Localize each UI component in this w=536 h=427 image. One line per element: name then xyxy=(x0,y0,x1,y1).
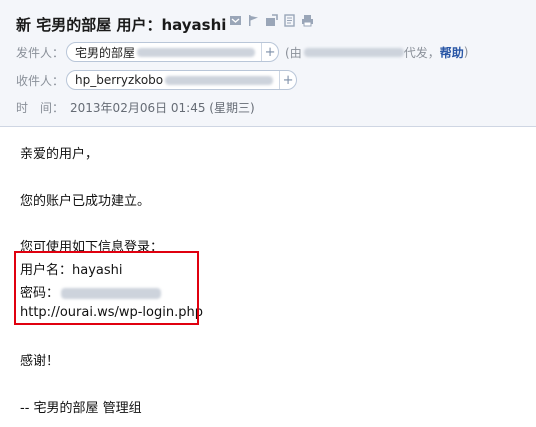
to-contact[interactable]: hp_berryzkobo + xyxy=(66,70,298,90)
help-link[interactable]: 帮助 xyxy=(440,44,464,61)
time-row: 时 间： 2013年02月06日 01:45 (星期三) xyxy=(16,99,255,116)
from-contact[interactable]: 宅男的部屋 + xyxy=(66,42,280,62)
flag-icon[interactable] xyxy=(247,14,260,27)
to-row: 收件人： hp_berryzkobo + xyxy=(16,70,298,90)
from-name: 宅男的部屋 xyxy=(75,45,136,60)
add-contact-icon[interactable]: + xyxy=(261,43,278,61)
note-icon[interactable] xyxy=(283,14,296,27)
to-name: hp_berryzkobo xyxy=(75,73,164,87)
sent-time: 2013年02月06日 01:45 (星期三) xyxy=(70,101,255,115)
print-icon[interactable] xyxy=(301,14,314,27)
to-email-redacted xyxy=(165,75,274,85)
to-label: 收件人： xyxy=(16,73,65,88)
email-subject: 新 宅男的部屋 用户：hayashi xyxy=(16,16,227,34)
from-email-redacted xyxy=(137,47,256,57)
via-email-redacted xyxy=(303,47,404,57)
greeting: 亲爱的用户， xyxy=(20,147,99,162)
email-header: 新 宅男的部屋 用户：hayashi 发件人： 宅男的部屋 + (由 代发， 帮… xyxy=(0,0,536,127)
sender-via: (由 代发， 帮助 ) xyxy=(285,44,469,61)
credentials-highlight-box xyxy=(14,251,199,325)
account-created-text: 您的账户已成功建立。 xyxy=(20,194,151,209)
move-icon[interactable] xyxy=(265,14,278,27)
header-toolbar xyxy=(229,14,314,27)
from-row: 发件人： 宅男的部屋 + (由 代发， 帮助 ) xyxy=(16,42,468,62)
time-label: 时 间： xyxy=(16,101,65,115)
thanks-text: 感谢！ xyxy=(20,354,60,369)
mark-icon[interactable] xyxy=(229,14,242,27)
add-recipient-icon[interactable]: + xyxy=(279,71,296,89)
signature: -- 宅男的部屋 管理组 xyxy=(20,401,142,416)
from-label: 发件人： xyxy=(16,45,65,60)
